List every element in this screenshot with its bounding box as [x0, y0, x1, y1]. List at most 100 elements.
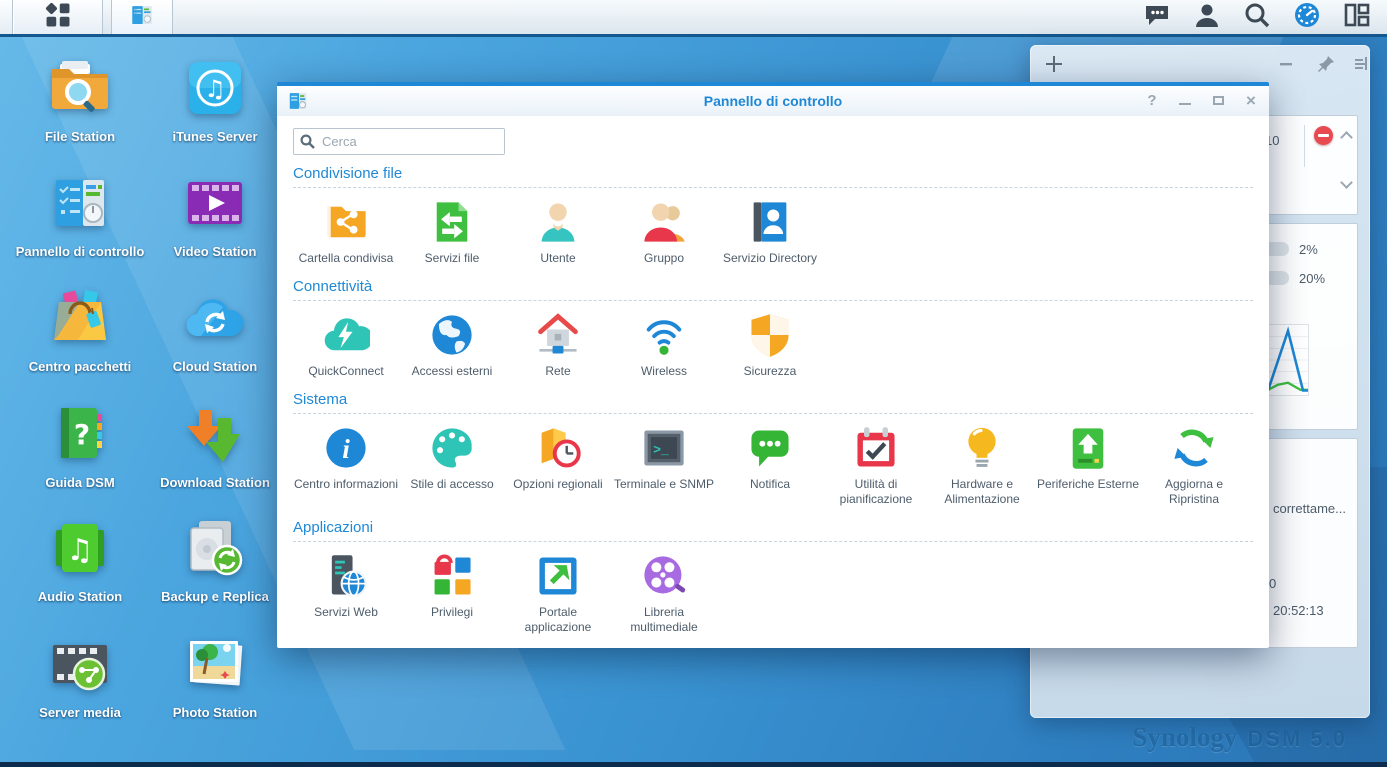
help-button[interactable]: ?: [1144, 93, 1160, 109]
chat-button[interactable]: [1143, 3, 1171, 31]
search-button[interactable]: [1243, 3, 1271, 31]
notification-icon: [751, 430, 789, 467]
desktop-icon-download-station[interactable]: Download Station: [140, 402, 290, 491]
external-access-icon: [432, 315, 472, 355]
cp-item-centro-informazioni[interactable]: i Centro informazioni: [293, 424, 399, 507]
desktop-icon-video-station[interactable]: Video Station: [140, 171, 290, 260]
blocked-icon[interactable]: [1314, 126, 1333, 145]
cp-item-cartella-condivisa[interactable]: Cartella condivisa: [293, 198, 399, 266]
desktop-icon-label: File Station: [44, 129, 116, 144]
cp-item-accessi-esterni[interactable]: Accessi esterni: [399, 311, 505, 379]
minimize-panel-icon[interactable]: [1278, 55, 1294, 76]
cp-item-aggiorna-ripristina[interactable]: Aggiorna e Ripristina: [1141, 424, 1247, 507]
cp-item-utente[interactable]: Utente: [505, 198, 611, 266]
control-panel-icon: [289, 93, 307, 109]
cp-item-label: Accessi esterni: [411, 364, 493, 378]
taskbar-stub-button[interactable]: [0, 0, 13, 34]
itunes-server-icon: ♫: [189, 62, 241, 114]
info-center-icon: i: [326, 428, 366, 468]
control-panel-window: Pannello di controllo ? × Condivisione f…: [277, 82, 1269, 648]
section-title: Applicazioni: [293, 519, 1253, 542]
cp-item-opzioni-regionali[interactable]: Opzioni regionali: [505, 424, 611, 507]
maximize-icon: [1212, 96, 1224, 105]
update-restore-icon: [1174, 429, 1214, 467]
cp-item-sicurezza[interactable]: Sicurezza: [717, 311, 823, 379]
chevron-up-icon[interactable]: [1340, 131, 1353, 144]
health-status-text: correttame...: [1273, 501, 1346, 516]
widget-panel-header: [1030, 45, 1370, 83]
cp-item-label: Rete: [545, 364, 571, 378]
cp-item-label: Sicurezza: [743, 364, 797, 378]
desktop-icon-package-center[interactable]: Centro pacchetti: [5, 286, 155, 375]
control-panel-task-icon: [129, 2, 155, 33]
cp-item-label: Stile di accesso: [410, 477, 494, 491]
desktop-icon-file-station[interactable]: File Station: [5, 56, 155, 145]
cp-item-privilegi[interactable]: Privilegi: [399, 552, 505, 635]
search-input[interactable]: [293, 128, 505, 155]
cp-item-label: Utente: [540, 251, 576, 265]
desktop-icon-cloud-station[interactable]: Cloud Station: [140, 286, 290, 375]
window-titlebar[interactable]: Pannello di controllo ? ×: [277, 86, 1269, 116]
photo-station-icon: [190, 641, 243, 686]
widgets-button[interactable]: [1343, 3, 1371, 31]
desktop-icon-label: Backup e Replica: [161, 589, 269, 604]
cp-item-servizi-web[interactable]: Servizi Web: [293, 552, 399, 635]
security-icon: [751, 314, 789, 357]
cp-item-wireless[interactable]: Wireless: [611, 311, 717, 379]
cp-item-servizio-directory[interactable]: Servizio Directory: [717, 198, 823, 266]
dsm-version: DSM 5.0: [1247, 726, 1347, 751]
audio-station-icon: ♫: [56, 524, 104, 572]
cp-item-label: Wireless: [640, 364, 687, 378]
desktop-icon-label: Video Station: [173, 244, 257, 259]
maximize-button[interactable]: [1210, 93, 1226, 109]
minimize-button[interactable]: [1177, 93, 1193, 109]
section-title: Condivisione file: [293, 165, 1253, 188]
user-menu-button[interactable]: [1193, 3, 1221, 31]
cp-item-label: Privilegi: [430, 605, 473, 619]
cp-item-hardware-alimentazione[interactable]: Hardware e Alimentazione: [929, 424, 1035, 507]
desktop-icon-backup-replication[interactable]: Backup e Replica: [140, 516, 290, 605]
desktop-icon-label: Centro pacchetti: [28, 359, 132, 374]
close-button[interactable]: ×: [1243, 92, 1259, 109]
network-icon: [538, 313, 578, 354]
cp-item-stile-di-accesso[interactable]: Stile di accesso: [399, 424, 505, 507]
search-icon: [1244, 2, 1270, 33]
desktop-icon-audio-station[interactable]: ♫ Audio Station: [5, 516, 155, 605]
cp-item-rete[interactable]: Rete: [505, 311, 611, 379]
application-portal-icon: [539, 557, 577, 595]
desktop-icon-dsm-help[interactable]: ? Guida DSM: [5, 402, 155, 491]
cp-item-label: Libreria multimediale: [630, 605, 698, 634]
cp-item-gruppo[interactable]: Gruppo: [611, 198, 717, 266]
add-widget-icon[interactable]: [1044, 54, 1064, 74]
panel-layout-icon[interactable]: [1352, 55, 1369, 77]
control-panel-task-button[interactable]: [111, 0, 173, 34]
cp-item-libreria-multimediale[interactable]: Libreria multimediale: [611, 552, 717, 635]
cp-item-utilita-pianificazione[interactable]: Utilità di pianificazione: [823, 424, 929, 507]
cpu-usage-value: 2%: [1299, 242, 1318, 257]
wireless-icon: [646, 320, 682, 355]
pin-icon[interactable]: [1318, 55, 1335, 77]
chevron-down-icon[interactable]: [1340, 176, 1353, 189]
desktop-icon-media-server[interactable]: Server media: [5, 632, 155, 721]
cp-item-notifica[interactable]: Notifica: [717, 424, 823, 507]
search-icon: [300, 134, 315, 154]
cp-item-terminale-snmp[interactable]: >_ Terminale e SNMP: [611, 424, 717, 507]
desktop-icon-itunes-server[interactable]: ♫ iTunes Server: [140, 56, 290, 145]
pilot-view-button[interactable]: [1293, 2, 1321, 31]
video-station-icon: [188, 182, 242, 224]
minimize-icon: [1179, 103, 1191, 105]
cp-item-label: Opzioni regionali: [513, 477, 603, 491]
cp-item-label: Hardware e Alimentazione: [944, 477, 1020, 506]
main-menu-button[interactable]: [13, 0, 103, 34]
download-station-icon: [187, 410, 240, 462]
cp-item-portale-applicazione[interactable]: Portale applicazione: [505, 552, 611, 635]
svg-text:♫: ♫: [204, 75, 226, 103]
desktop-icon-photo-station[interactable]: Photo Station: [140, 632, 290, 721]
web-services-icon: [331, 555, 367, 597]
cp-item-label: Periferiche Esterne: [1036, 477, 1140, 491]
cp-item-servizi-file[interactable]: Servizi file: [399, 198, 505, 266]
widgets-icon: [1344, 3, 1370, 32]
cp-item-quickconnect[interactable]: QuickConnect: [293, 311, 399, 379]
desktop-icon-control-panel[interactable]: Pannello di controllo: [5, 171, 155, 260]
cp-item-periferiche-esterne[interactable]: Periferiche Esterne: [1035, 424, 1141, 507]
